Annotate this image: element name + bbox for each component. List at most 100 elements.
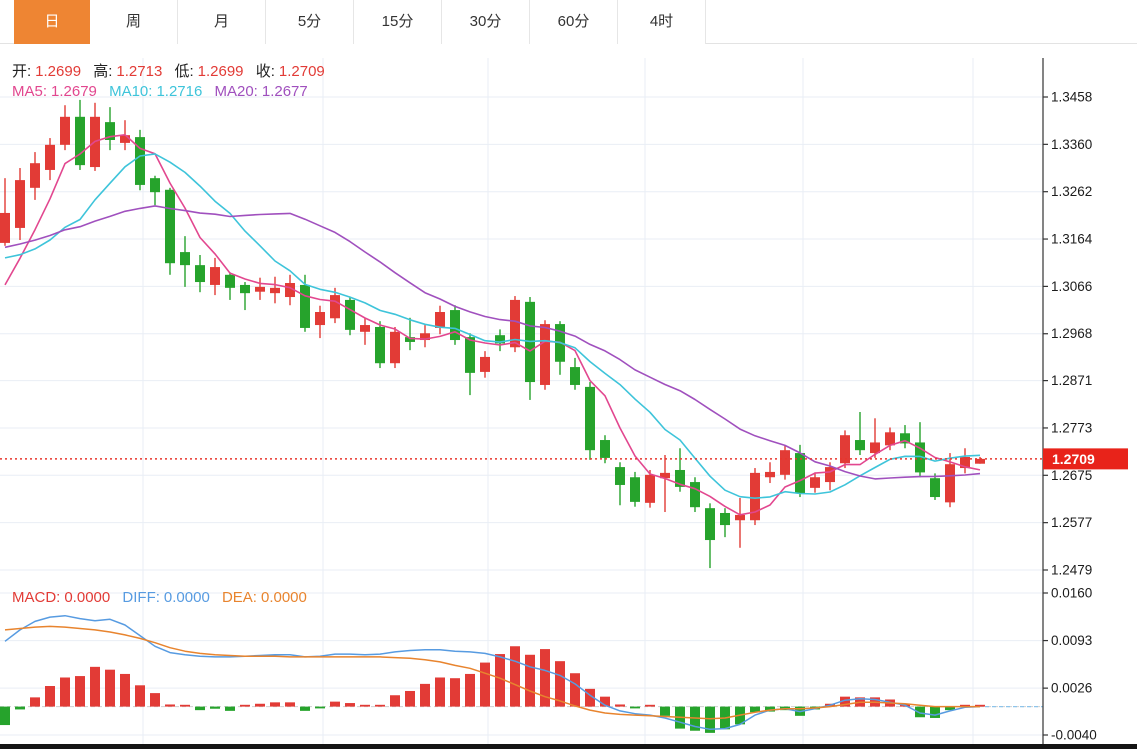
candle-body: [165, 190, 175, 263]
candle-body: [15, 180, 25, 228]
ma10-line: [5, 154, 980, 498]
macd-bar: [255, 704, 265, 707]
candle-body: [450, 310, 460, 340]
candle-body: [0, 213, 10, 243]
macd-info-bar: MACD:0.0000 DIFF:0.0000 DEA:0.0000: [12, 589, 315, 606]
tab-5min[interactable]: 5分: [266, 0, 354, 44]
axis-tick-label: 1.2871: [1051, 373, 1092, 388]
macd-bar: [630, 707, 640, 709]
candle-body: [585, 387, 595, 450]
tab-4hour[interactable]: 4时: [618, 0, 706, 44]
ma20-line: [5, 206, 980, 479]
macd-bar: [330, 702, 340, 707]
macd-bar: [195, 707, 205, 711]
low-value: 1.2699: [198, 63, 244, 80]
candle-body: [255, 287, 265, 292]
macd-bar: [285, 702, 295, 706]
current-price-tag-label: 1.2709: [1052, 451, 1095, 467]
kline-app: 日周月5分15分30分60分4时 开:1.2699 高:1.2713 低:1.2…: [0, 0, 1137, 749]
candle-body: [300, 285, 310, 328]
macd-label: MACD:: [12, 589, 60, 606]
candle-body: [540, 324, 550, 385]
candle-body: [600, 440, 610, 458]
candle-body: [360, 325, 370, 332]
macd-bar: [120, 674, 130, 707]
axis-tick-label: 1.3262: [1051, 184, 1092, 199]
macd-bar: [435, 677, 445, 706]
macd-bar: [510, 646, 520, 706]
candle-body: [630, 477, 640, 502]
axis-tick-label: 1.3458: [1051, 90, 1092, 105]
candle-body: [465, 337, 475, 373]
axis-tick-label: 1.3360: [1051, 137, 1092, 152]
tab-60min[interactable]: 60分: [530, 0, 618, 44]
axis-tick-label: 1.2577: [1051, 515, 1092, 530]
tab-15min[interactable]: 15分: [354, 0, 442, 44]
axis-tick-label: 0.0160: [1051, 586, 1092, 601]
open-label: 开:: [12, 63, 31, 80]
macd-bar: [165, 704, 175, 706]
tab-week[interactable]: 周: [90, 0, 178, 44]
close-label: 收:: [256, 63, 275, 80]
candle-body: [780, 450, 790, 475]
macd-bar: [570, 673, 580, 706]
ohlc-info-bar: 开:1.2699 高:1.2713 低:1.2699 收:1.2709: [12, 60, 333, 81]
macd-bar: [150, 693, 160, 706]
candle-body: [645, 475, 655, 503]
grid-layer: [0, 58, 1043, 744]
ma5-label: MA5:: [12, 83, 47, 100]
tab-month[interactable]: 月: [178, 0, 266, 44]
macd-bar: [420, 684, 430, 707]
candle-body: [345, 300, 355, 330]
candle-body: [765, 472, 775, 477]
macd-bar: [465, 674, 475, 707]
tab-30min[interactable]: 30分: [442, 0, 530, 44]
candle-body: [435, 312, 445, 328]
macd-bar: [90, 667, 100, 707]
axis-tick-label: 1.2968: [1051, 326, 1092, 341]
price-axis: 1.34581.33601.32621.31641.30661.29681.28…: [1043, 58, 1128, 744]
macd-bar: [210, 707, 220, 709]
candle-body: [30, 163, 40, 188]
candle-body: [210, 267, 220, 285]
candle-body: [810, 477, 820, 488]
macd-bar: [105, 670, 115, 707]
close-value: 1.2709: [279, 63, 325, 80]
axis-tick-label: 1.3164: [1051, 232, 1093, 247]
candle-body: [270, 288, 280, 293]
axis-tick-label: 1.2773: [1051, 420, 1092, 435]
ma10-value: 1.2716: [156, 83, 202, 100]
macd-bar: [240, 705, 250, 707]
macd-bar: [315, 707, 325, 709]
macd-bar: [180, 705, 190, 707]
macd-bar: [15, 707, 25, 710]
tab-day[interactable]: 日: [14, 0, 90, 44]
candle-body: [240, 285, 250, 293]
ma5-value: 1.2679: [51, 83, 97, 100]
high-value: 1.2713: [116, 63, 162, 80]
macd-bar: [225, 707, 235, 711]
dea-value: 0.0000: [261, 589, 307, 606]
macd-bar: [450, 678, 460, 706]
candle-body: [390, 332, 400, 363]
macd-bar: [645, 705, 655, 707]
candle-body: [945, 464, 955, 502]
candle-body: [150, 178, 160, 192]
chart-svg[interactable]: 1.34581.33601.32621.31641.30661.29681.28…: [0, 0, 1137, 749]
diff-label: DIFF:: [122, 589, 160, 606]
macd-bar: [930, 707, 940, 718]
macd-bar: [270, 702, 280, 706]
candle-body: [705, 508, 715, 540]
candle-body: [330, 295, 340, 318]
macd-bar: [660, 707, 670, 716]
macd-bar: [45, 686, 55, 707]
macd-bar: [525, 655, 535, 707]
candle-body: [855, 440, 865, 450]
timeframe-tabbar: 日周月5分15分30分60分4时: [0, 0, 1137, 44]
candle-body: [615, 467, 625, 485]
macd-bar: [360, 705, 370, 707]
axis-tick-label: 0.0093: [1051, 633, 1092, 648]
axis-tick-label: 1.2675: [1051, 468, 1092, 483]
low-label: 低:: [174, 63, 193, 80]
macd-bar: [375, 705, 385, 707]
